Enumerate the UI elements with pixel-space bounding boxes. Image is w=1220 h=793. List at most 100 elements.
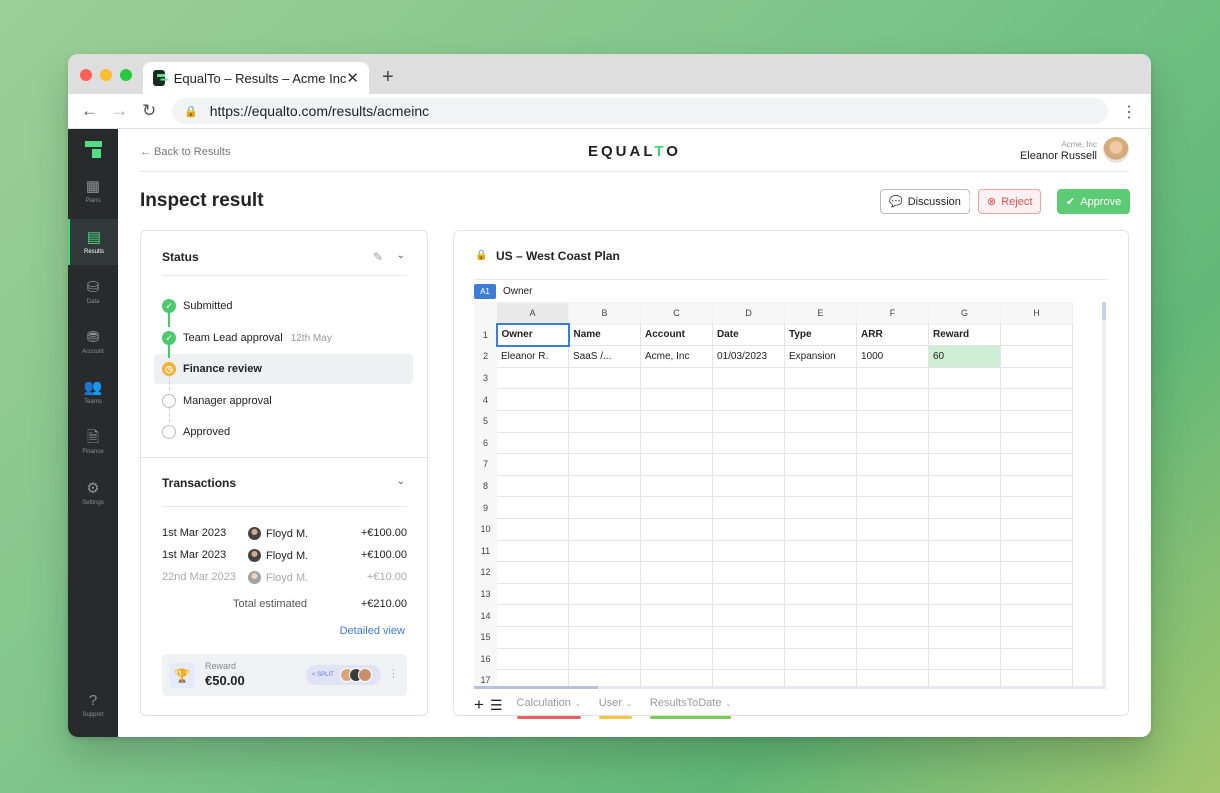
avatar[interactable]: [1103, 137, 1129, 163]
row-header[interactable]: 6: [474, 431, 497, 455]
transaction-row[interactable]: 1st Mar 2023 Floyd M. +€100.00: [162, 549, 407, 563]
sidebar-item-finance[interactable]: 🗎 Finance: [68, 419, 118, 465]
discussion-button[interactable]: 💬 Discussion: [880, 189, 970, 214]
table-cell[interactable]: [640, 647, 713, 671]
sidebar-item-support[interactable]: ? Support: [68, 682, 118, 728]
table-cell[interactable]: [784, 539, 857, 563]
table-cell[interactable]: [712, 625, 785, 649]
table-cell[interactable]: [784, 409, 857, 433]
sidebar-item-plans[interactable]: ▦ Plans: [68, 168, 118, 214]
table-cell[interactable]: [568, 496, 641, 519]
table-cell[interactable]: [496, 561, 569, 584]
table-cell[interactable]: [856, 409, 929, 433]
table-cell[interactable]: 1000: [856, 345, 929, 368]
sheet-tab-resultstodate[interactable]: ResultsToDate ⌄: [649, 697, 732, 719]
table-cell[interactable]: [1000, 582, 1073, 606]
row-header[interactable]: 7: [474, 453, 497, 476]
table-cell[interactable]: [496, 669, 569, 686]
table-cell[interactable]: [568, 409, 641, 433]
table-cell[interactable]: [568, 388, 641, 411]
table-cell[interactable]: [928, 669, 1001, 686]
table-cell[interactable]: [496, 366, 569, 390]
table-cell[interactable]: Name: [568, 323, 641, 347]
table-cell[interactable]: [712, 431, 785, 455]
column-header[interactable]: G: [928, 302, 1001, 325]
table-cell[interactable]: Owner: [495, 323, 570, 347]
row-header[interactable]: 14: [474, 604, 497, 627]
row-header[interactable]: 8: [474, 474, 497, 498]
back-arrow-icon[interactable]: ←: [81, 101, 98, 121]
vertical-scrollbar[interactable]: [1102, 302, 1106, 689]
sheet-tab-user[interactable]: User ⌄: [598, 697, 632, 719]
table-cell[interactable]: [928, 561, 1001, 584]
table-cell[interactable]: [712, 496, 785, 519]
column-header[interactable]: H: [1000, 302, 1073, 325]
table-cell[interactable]: [1000, 323, 1073, 347]
table-cell[interactable]: Expansion: [784, 345, 857, 368]
table-cell[interactable]: [1000, 669, 1073, 686]
table-cell[interactable]: [712, 474, 785, 498]
row-header[interactable]: 12: [474, 561, 497, 584]
table-cell[interactable]: [640, 474, 713, 498]
table-cell[interactable]: [568, 517, 641, 541]
table-cell[interactable]: [784, 474, 857, 498]
equalto-logo[interactable]: [85, 141, 102, 159]
row-header[interactable]: 1: [474, 323, 497, 347]
minimize-window-button[interactable]: [100, 69, 112, 81]
table-cell[interactable]: [568, 582, 641, 606]
column-header[interactable]: C: [640, 302, 713, 325]
table-cell[interactable]: [640, 409, 713, 433]
table-cell[interactable]: Date: [712, 323, 785, 347]
table-cell[interactable]: [496, 582, 569, 606]
table-cell[interactable]: [856, 517, 929, 541]
row-header[interactable]: 11: [474, 539, 497, 563]
maximize-window-button[interactable]: [120, 69, 132, 81]
table-cell[interactable]: [496, 409, 569, 433]
table-cell[interactable]: [784, 388, 857, 411]
table-cell[interactable]: [712, 388, 785, 411]
table-cell[interactable]: [1000, 496, 1073, 519]
table-cell[interactable]: [568, 669, 641, 686]
close-tab-icon[interactable]: ✕: [346, 69, 359, 87]
row-header[interactable]: 17: [474, 669, 497, 686]
column-header[interactable]: A: [496, 302, 569, 325]
row-header[interactable]: 13: [474, 582, 497, 606]
horizontal-scrollbar[interactable]: [474, 686, 1106, 689]
table-cell[interactable]: [784, 496, 857, 519]
table-cell[interactable]: [712, 604, 785, 627]
table-cell[interactable]: Type: [784, 323, 857, 347]
url-input[interactable]: 🔒 https://equalto.com/results/acmeinc: [172, 98, 1108, 124]
table-cell[interactable]: [568, 561, 641, 584]
table-cell[interactable]: [712, 517, 785, 541]
reject-button[interactable]: ⊗ Reject: [978, 189, 1042, 214]
table-cell[interactable]: [856, 474, 929, 498]
table-cell[interactable]: [640, 669, 713, 686]
reload-icon[interactable]: ↻: [142, 101, 156, 121]
table-cell[interactable]: [640, 625, 713, 649]
table-cell[interactable]: [784, 366, 857, 390]
table-cell[interactable]: Reward: [928, 323, 1001, 347]
forward-arrow-icon[interactable]: →: [111, 101, 128, 121]
table-cell[interactable]: ARR: [856, 323, 929, 347]
table-cell[interactable]: [640, 539, 713, 563]
approve-button[interactable]: ✔ Approve: [1057, 189, 1131, 214]
table-cell[interactable]: [712, 366, 785, 390]
table-cell[interactable]: [496, 604, 569, 627]
table-cell[interactable]: [568, 539, 641, 563]
table-cell[interactable]: [712, 409, 785, 433]
table-cell[interactable]: [928, 366, 1001, 390]
table-cell[interactable]: [784, 453, 857, 476]
row-header[interactable]: 3: [474, 366, 497, 390]
table-cell[interactable]: [1000, 561, 1073, 584]
table-cell[interactable]: [928, 582, 1001, 606]
table-cell[interactable]: [928, 474, 1001, 498]
pencil-icon[interactable]: ✎: [373, 250, 383, 264]
table-cell[interactable]: [856, 539, 929, 563]
table-cell[interactable]: [496, 496, 569, 519]
chevron-down-icon[interactable]: ⌄: [725, 701, 731, 708]
row-header[interactable]: 2: [474, 345, 497, 368]
table-cell[interactable]: [568, 366, 641, 390]
table-cell[interactable]: [856, 496, 929, 519]
table-cell[interactable]: [496, 539, 569, 563]
table-cell[interactable]: [928, 539, 1001, 563]
